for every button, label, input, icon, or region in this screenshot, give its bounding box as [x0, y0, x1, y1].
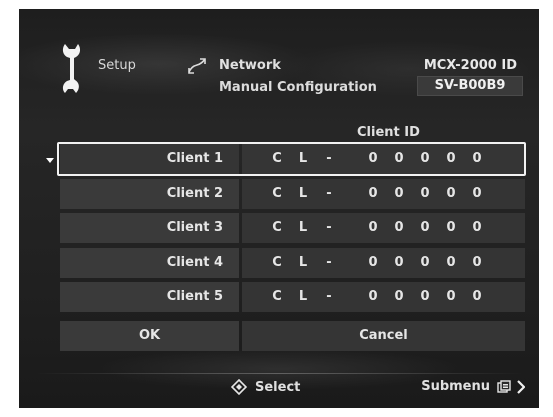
client-id-char[interactable]: 0 — [470, 282, 484, 312]
client-id-field[interactable]: CL-00000 — [242, 179, 525, 209]
client-id-field[interactable]: CL-00000 — [242, 282, 525, 312]
client-id-char[interactable]: 0 — [444, 282, 458, 312]
action-row: OK Cancel — [60, 321, 525, 351]
client-id-char[interactable]: L — [296, 179, 310, 209]
client-name: Client 4 — [166, 255, 223, 270]
client-name: Client 5 — [166, 289, 223, 304]
client-id-char[interactable]: 0 — [444, 248, 458, 278]
client-id-field[interactable]: CL-00000 — [242, 213, 525, 243]
client-id-char[interactable]: 0 — [366, 179, 380, 209]
submenu-hint: Submenu — [421, 379, 525, 394]
serial-number: SV-B00B9 — [417, 76, 523, 96]
client-id-char[interactable]: 0 — [392, 213, 406, 243]
model-id: MCX-2000 ID — [423, 58, 517, 73]
client-row[interactable]: Client 2CL-00000 — [60, 179, 525, 209]
client-id-char[interactable]: 0 — [392, 179, 406, 209]
client-id-char[interactable]: 0 — [366, 213, 380, 243]
network-label: Network — [219, 58, 281, 73]
nav-diamond-icon — [231, 379, 247, 395]
chevron-right-icon — [517, 379, 525, 394]
client-id-char[interactable]: - — [322, 179, 336, 209]
client-row[interactable]: Client 5CL-00000 — [60, 282, 525, 312]
client-id-char[interactable]: C — [270, 282, 284, 312]
client-id-char[interactable]: - — [322, 282, 336, 312]
client-id-column-header: Client ID — [357, 125, 420, 140]
client-id-char[interactable]: 0 — [418, 179, 432, 209]
client-id-char[interactable]: 0 — [366, 248, 380, 278]
footer-divider — [34, 373, 524, 374]
select-label: Select — [255, 379, 301, 395]
client-name: Client 3 — [166, 220, 223, 235]
selection-pointer-icon — [46, 158, 54, 163]
cancel-button[interactable]: Cancel — [242, 321, 525, 351]
client-id-char[interactable]: 0 — [418, 213, 432, 243]
select-hint: Select — [231, 379, 300, 395]
client-id-char[interactable]: 0 — [366, 282, 380, 312]
client-name-cell[interactable]: Client 5 — [60, 282, 239, 312]
client-id-char[interactable]: 0 — [418, 282, 432, 312]
client-id-char[interactable]: - — [322, 248, 336, 278]
client-name-cell[interactable]: Client 3 — [60, 213, 239, 243]
selection-highlight — [57, 142, 526, 176]
client-id-char[interactable]: 0 — [392, 282, 406, 312]
wrench-icon — [62, 44, 81, 93]
client-id-char[interactable]: 0 — [418, 248, 432, 278]
client-name-cell[interactable]: Client 4 — [60, 248, 239, 278]
client-name: Client 2 — [166, 186, 223, 201]
client-id-char[interactable]: 0 — [470, 213, 484, 243]
ok-button[interactable]: OK — [60, 321, 239, 351]
setup-label: Setup — [98, 58, 136, 73]
client-name-cell[interactable]: Client 2 — [60, 179, 239, 209]
client-row[interactable]: Client 3CL-00000 — [60, 213, 525, 243]
client-id-char[interactable]: L — [296, 213, 310, 243]
page-subtitle: Manual Configuration — [219, 80, 377, 95]
client-id-char[interactable]: - — [322, 213, 336, 243]
client-id-char[interactable]: C — [270, 179, 284, 209]
submenu-icon — [497, 379, 511, 393]
client-id-char[interactable]: 0 — [392, 248, 406, 278]
settings-screen: Setup Network Manual Configuration MCX-2… — [19, 9, 539, 408]
client-id-char[interactable]: 0 — [444, 213, 458, 243]
client-id-field[interactable]: CL-00000 — [242, 248, 525, 278]
client-id-char[interactable]: L — [296, 248, 310, 278]
client-row[interactable]: Client 4CL-00000 — [60, 248, 525, 278]
client-id-char[interactable]: L — [296, 282, 310, 312]
client-id-char[interactable]: 0 — [444, 179, 458, 209]
client-id-char[interactable]: C — [270, 248, 284, 278]
submenu-label: Submenu — [421, 379, 490, 394]
client-id-char[interactable]: C — [270, 213, 284, 243]
client-id-char[interactable]: 0 — [470, 179, 484, 209]
network-icon — [188, 58, 206, 74]
client-id-char[interactable]: 0 — [470, 248, 484, 278]
